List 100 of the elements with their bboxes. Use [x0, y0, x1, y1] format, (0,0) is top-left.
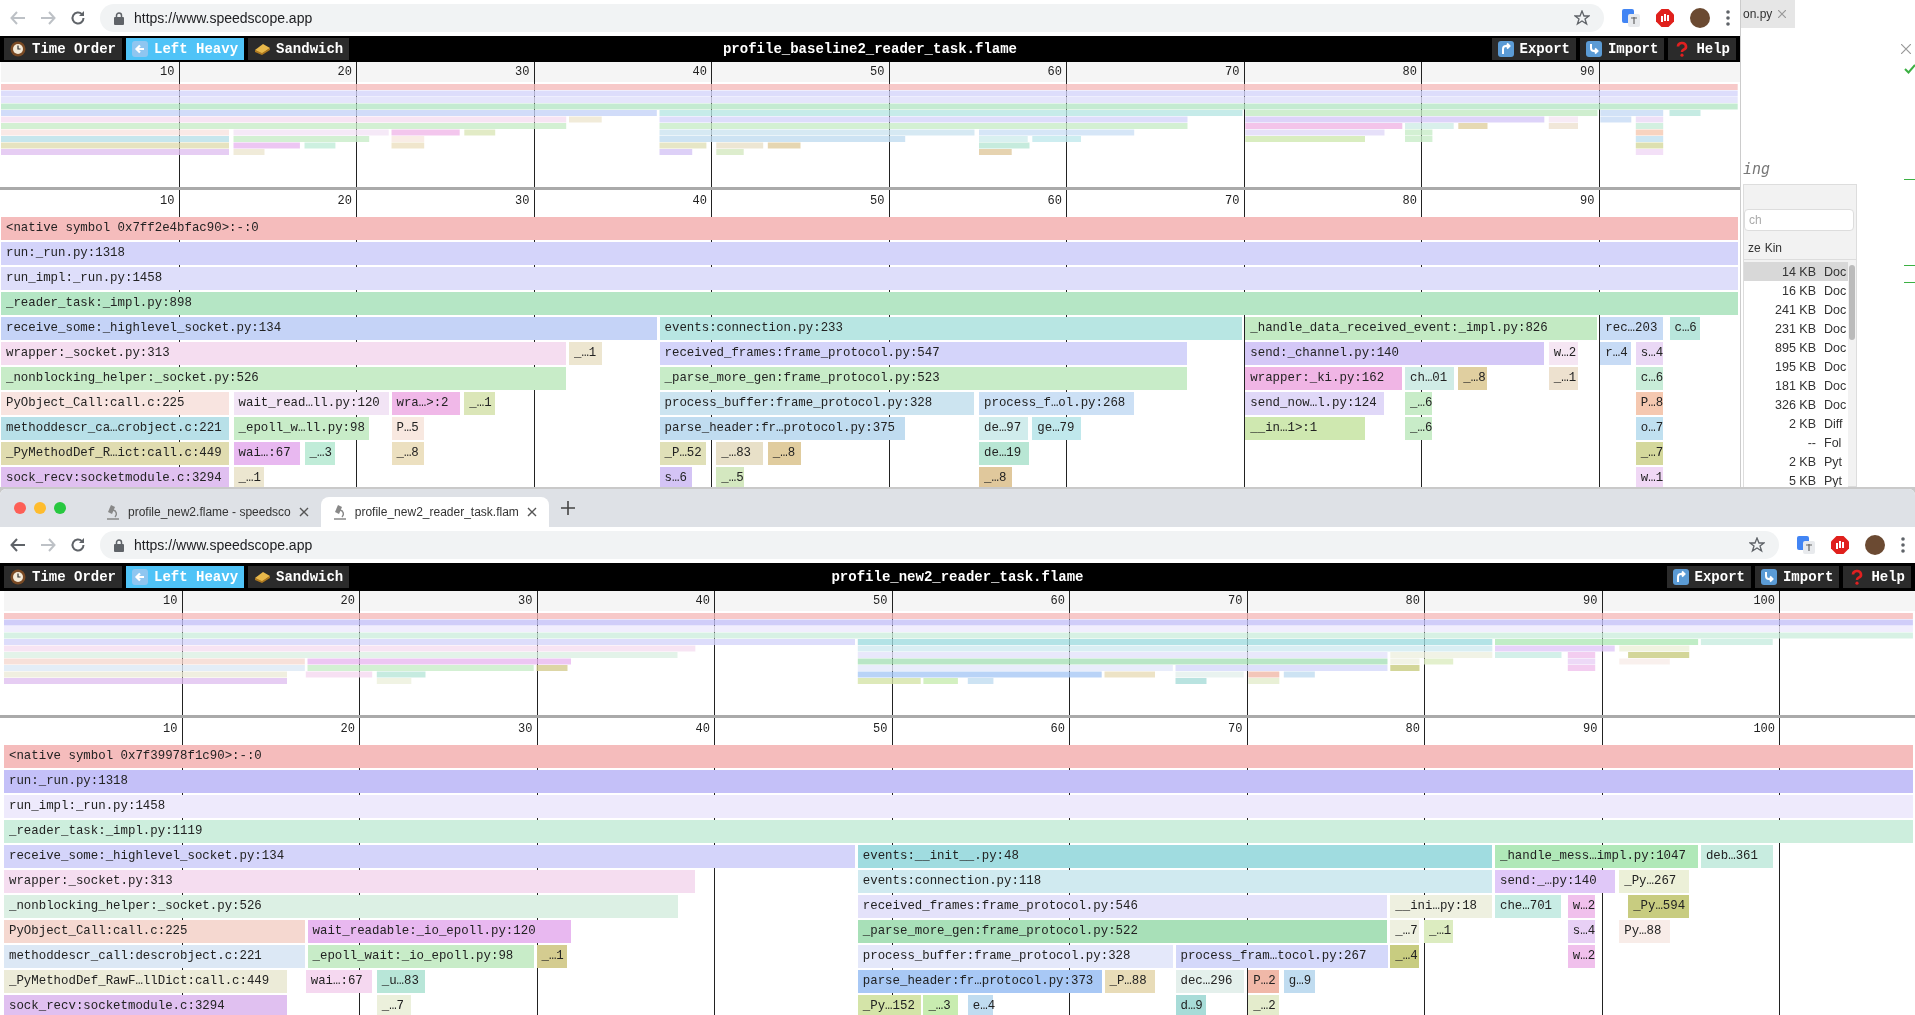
flame-frame[interactable]: _nonblocking_helper:_socket.py:526	[1, 367, 567, 390]
view-tab[interactable]: Sandwich	[248, 566, 350, 588]
scrollbar-thumb[interactable]	[1849, 265, 1855, 340]
flame-frame[interactable]: _epoll_wait:_io_epoll.py:98	[307, 945, 534, 968]
file-row[interactable]: 14 KB Doc	[1744, 262, 1848, 281]
close-icon[interactable]	[526, 507, 537, 517]
flame-frame[interactable]: send:_…py:140	[1495, 870, 1615, 893]
flame-frame[interactable]: _…1	[1548, 367, 1578, 390]
flame-frame[interactable]: sock_recv:socketmodule.c:3294	[1, 467, 229, 487]
flame-frame[interactable]: _PyMethodDef_R…ict:call.c:449	[1, 442, 229, 465]
flame-frame[interactable]: received_frames:frame_protocol.py:547	[659, 342, 1188, 365]
flame-frame[interactable]: _…1	[464, 392, 496, 415]
address-bar[interactable]: https://www.speedscope.app	[100, 4, 1604, 32]
export-button[interactable]: Export	[1491, 38, 1576, 60]
flame-frame[interactable]: events:connection.py:233	[659, 317, 1243, 340]
flame-frame[interactable]: _Py…152	[857, 995, 921, 1015]
flame-frame[interactable]: wrapper:_ki.py:162	[1245, 367, 1403, 390]
flame-frame[interactable]: process_buffer:frame_protocol.py:328	[857, 945, 1173, 968]
file-row[interactable]: 16 KB Doc	[1744, 281, 1848, 300]
flame-frame[interactable]: o…7	[1635, 417, 1664, 440]
flame-frame[interactable]: _reader_task:_impl.py:898	[1, 292, 1738, 315]
flame-frame[interactable]: ge…79	[1032, 417, 1081, 440]
flame-frame[interactable]: parse_header:fr…protocol.py:375	[659, 417, 906, 440]
flame-frame[interactable]: deb…361	[1700, 845, 1773, 868]
address-bar[interactable]: https://www.speedscope.app	[100, 531, 1779, 559]
close-icon[interactable]	[298, 507, 309, 517]
flame-frame[interactable]: receive_some:_highlevel_socket.py:134	[4, 845, 855, 868]
flame-frame[interactable]: wra…>:2	[391, 392, 460, 415]
flame-frame[interactable]: _…1	[1424, 920, 1454, 943]
flame-frame[interactable]: rec…203	[1600, 317, 1664, 340]
avatar[interactable]	[1690, 8, 1710, 28]
flame-frame[interactable]: events:__init__.py:48	[857, 845, 1493, 868]
flame-frame[interactable]: _parse_more_gen:frame_protocol.py:522	[857, 920, 1388, 943]
flame-frame[interactable]: dec…296	[1175, 970, 1244, 993]
flame-frame[interactable]: s…4	[1567, 920, 1596, 943]
flame-frame[interactable]: wai…:67	[305, 970, 373, 993]
column-header[interactable]: ze	[1744, 241, 1761, 259]
flame-frame[interactable]: send:_channel.py:140	[1245, 342, 1545, 365]
flame-frame[interactable]: methoddescr_call:descrobject.c:221	[4, 945, 305, 968]
flame-frame[interactable]: _epoll_w…ll.py:98	[233, 417, 370, 440]
flame-frame[interactable]: run:_run.py:1318	[4, 770, 1913, 793]
flame-frame[interactable]: _P…88	[1104, 970, 1155, 993]
flame-frame[interactable]: Py…88	[1619, 920, 1670, 943]
more-vertical-icon[interactable]	[1901, 537, 1905, 553]
flame-frame[interactable]: c…6	[1669, 317, 1701, 340]
help-button[interactable]: Help	[1668, 38, 1736, 60]
flame-frame[interactable]: run:_run.py:1318	[1, 242, 1738, 265]
flame-frame[interactable]: w…2	[1567, 895, 1596, 918]
flame-frame[interactable]: s…4	[1635, 342, 1664, 365]
flame-frame[interactable]: parse_header:fr…protocol.py:373	[857, 970, 1102, 993]
import-button[interactable]: Import	[1579, 38, 1665, 60]
flame-frame[interactable]: _…1	[569, 342, 602, 365]
flame-frame[interactable]: d…9	[1175, 995, 1207, 1015]
view-tab[interactable]: Time Order	[4, 38, 122, 60]
flame-frame[interactable]: P…5	[391, 417, 425, 440]
flame-frame[interactable]: de…19	[979, 442, 1030, 465]
flame-frame[interactable]: _reader_task:_impl.py:1119	[4, 820, 1913, 843]
flame-frame[interactable]: run_impl:_run.py:1458	[1, 267, 1738, 290]
flame-frame[interactable]: _…8	[1458, 367, 1488, 390]
flame-frame[interactable]: _parse_more_gen:frame_protocol.py:523	[659, 367, 1188, 390]
flame-frame[interactable]: _…3	[923, 995, 958, 1015]
flame-frame[interactable]: _…6	[1405, 392, 1433, 415]
avatar[interactable]	[1865, 535, 1885, 555]
more-vertical-icon[interactable]	[1726, 10, 1730, 26]
flame-frame[interactable]: _handle_data_received_event:_impl.py:826	[1245, 317, 1598, 340]
flame-frame[interactable]: wai…:67	[233, 442, 300, 465]
column-header[interactable]: Kin	[1760, 241, 1843, 259]
flame-frame[interactable]: _…3	[304, 442, 336, 465]
flame-frame[interactable]: process_fram…tocol.py:267	[1175, 945, 1388, 968]
flame-frame[interactable]: _…5	[716, 467, 744, 487]
flame-frame[interactable]: _…7	[376, 995, 412, 1015]
flame-frame[interactable]: _…8	[979, 467, 1012, 487]
flame-frame[interactable]: _u…83	[376, 970, 426, 993]
flame-frame[interactable]: _Py…267	[1619, 870, 1690, 893]
flame-frame[interactable]: wrapper:_socket.py:313	[4, 870, 696, 893]
flame-frame[interactable]: P…2	[1248, 970, 1280, 993]
flame-frame[interactable]: g…9	[1283, 970, 1315, 993]
flame-frame[interactable]: <native symbol 0x7ff2e4bfac90>:-:0	[1, 217, 1738, 240]
editor-tab[interactable]: on.py	[1741, 0, 1795, 28]
file-row[interactable]: 326 KB Doc	[1744, 395, 1848, 414]
flame-frame[interactable]: __ini…py:18	[1390, 895, 1493, 918]
flame-frame[interactable]: che…701	[1495, 895, 1562, 918]
flame-frame[interactable]: process_buffer:frame_protocol.py:328	[659, 392, 975, 415]
browser-tab[interactable]: profile_new2_reader_task.flam	[320, 497, 549, 527]
help-button[interactable]: Help	[1843, 566, 1911, 588]
flame-frame[interactable]: methoddescr_ca…crobject.c:221	[1, 417, 229, 440]
flame-frame[interactable]: _handle_mess…impl.py:1047	[1495, 845, 1699, 868]
flame-frame[interactable]: wait_read…ll.py:120	[233, 392, 389, 415]
flame-frame[interactable]: _…7	[1390, 920, 1420, 943]
flame-frame[interactable]: P…8	[1635, 392, 1664, 415]
star-icon[interactable]	[1574, 10, 1590, 26]
flame-frame[interactable]: de…97	[979, 417, 1028, 440]
file-row[interactable]: 2 KB Diff	[1744, 414, 1848, 433]
search-field[interactable]: ch	[1744, 209, 1854, 231]
flame-frame[interactable]: process_f…ol.py:268	[979, 392, 1135, 415]
flame-frame[interactable]: <native symbol 0x7f39978f1c90>:-:0	[4, 745, 1913, 768]
flame-frame[interactable]: PyObject_Call:call.c:225	[4, 920, 305, 943]
flame-frame[interactable]: _…8	[391, 442, 425, 465]
flame-frame[interactable]: _…4	[1390, 945, 1420, 968]
flame-frame[interactable]: receive_some:_highlevel_socket.py:134	[1, 317, 657, 340]
